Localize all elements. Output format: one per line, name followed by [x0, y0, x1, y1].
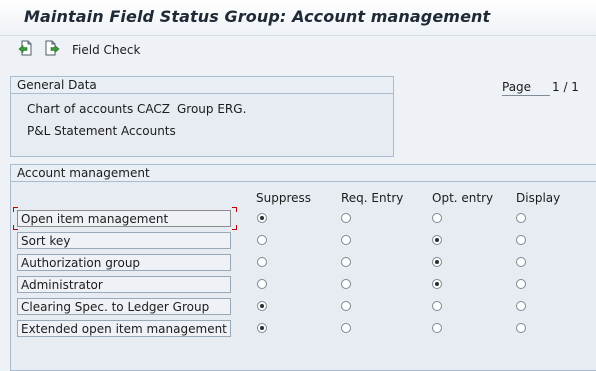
radio-display-row-2[interactable] — [516, 235, 526, 245]
radio-req-entry-row-3[interactable] — [341, 257, 351, 267]
chart-of-accounts-text: Chart of accounts CACZ — [27, 102, 171, 116]
focus-corner-tr — [232, 207, 237, 212]
group-description-text: P&L Statement Accounts — [27, 124, 176, 138]
radio-opt-entry-row-3[interactable] — [432, 257, 442, 267]
radio-req-entry-row-1[interactable] — [341, 213, 351, 223]
account-management-header: Account management — [11, 165, 596, 182]
radio-display-row-5[interactable] — [516, 301, 526, 311]
radio-suppress-row-4[interactable] — [257, 279, 267, 289]
radio-req-entry-row-6[interactable] — [341, 323, 351, 333]
field-administrator[interactable]: Administrator — [17, 276, 231, 293]
general-data-header: General Data — [11, 77, 393, 94]
radio-suppress-row-6[interactable] — [257, 323, 267, 333]
radio-opt-entry-row-6[interactable] — [432, 323, 442, 333]
general-data-group: General Data — [10, 76, 394, 157]
field-sort-key[interactable]: Sort key — [17, 232, 231, 249]
field-open-item-management[interactable]: Open item management — [17, 210, 231, 227]
radio-req-entry-row-2[interactable] — [341, 235, 351, 245]
previous-page-icon[interactable] — [18, 40, 34, 56]
group-text: Group ERG. — [177, 102, 247, 116]
radio-suppress-row-3[interactable] — [257, 257, 267, 267]
page-label: Page — [502, 80, 550, 96]
field-extended-open-item[interactable]: Extended open item management — [17, 320, 231, 337]
title-bar: Maintain Field Status Group: Account man… — [0, 0, 596, 36]
radio-display-row-1[interactable] — [516, 213, 526, 223]
column-display: Display — [516, 191, 561, 205]
radio-suppress-row-5[interactable] — [257, 301, 267, 311]
radio-opt-entry-row-4[interactable] — [432, 279, 442, 289]
radio-opt-entry-row-1[interactable] — [432, 213, 442, 223]
column-req-entry: Req. Entry — [341, 191, 404, 205]
next-page-icon[interactable] — [44, 40, 60, 56]
radio-display-row-4[interactable] — [516, 279, 526, 289]
focus-corner-br — [232, 225, 237, 230]
radio-display-row-3[interactable] — [516, 257, 526, 267]
radio-opt-entry-row-5[interactable] — [432, 301, 442, 311]
radio-opt-entry-row-2[interactable] — [432, 235, 442, 245]
field-clearing-spec[interactable]: Clearing Spec. to Ledger Group — [17, 298, 231, 315]
radio-req-entry-row-4[interactable] — [341, 279, 351, 289]
page-number: 1 / 1 — [552, 80, 579, 94]
column-opt-entry: Opt. entry — [432, 191, 494, 205]
radio-req-entry-row-5[interactable] — [341, 301, 351, 311]
window-title: Maintain Field Status Group: Account man… — [24, 7, 491, 26]
field-authorization-group[interactable]: Authorization group — [17, 254, 231, 271]
column-suppress: Suppress — [256, 191, 312, 205]
field-check-button[interactable]: Field Check — [72, 43, 140, 57]
radio-suppress-row-1[interactable] — [257, 213, 267, 223]
radio-suppress-row-2[interactable] — [257, 235, 267, 245]
radio-display-row-6[interactable] — [516, 323, 526, 333]
